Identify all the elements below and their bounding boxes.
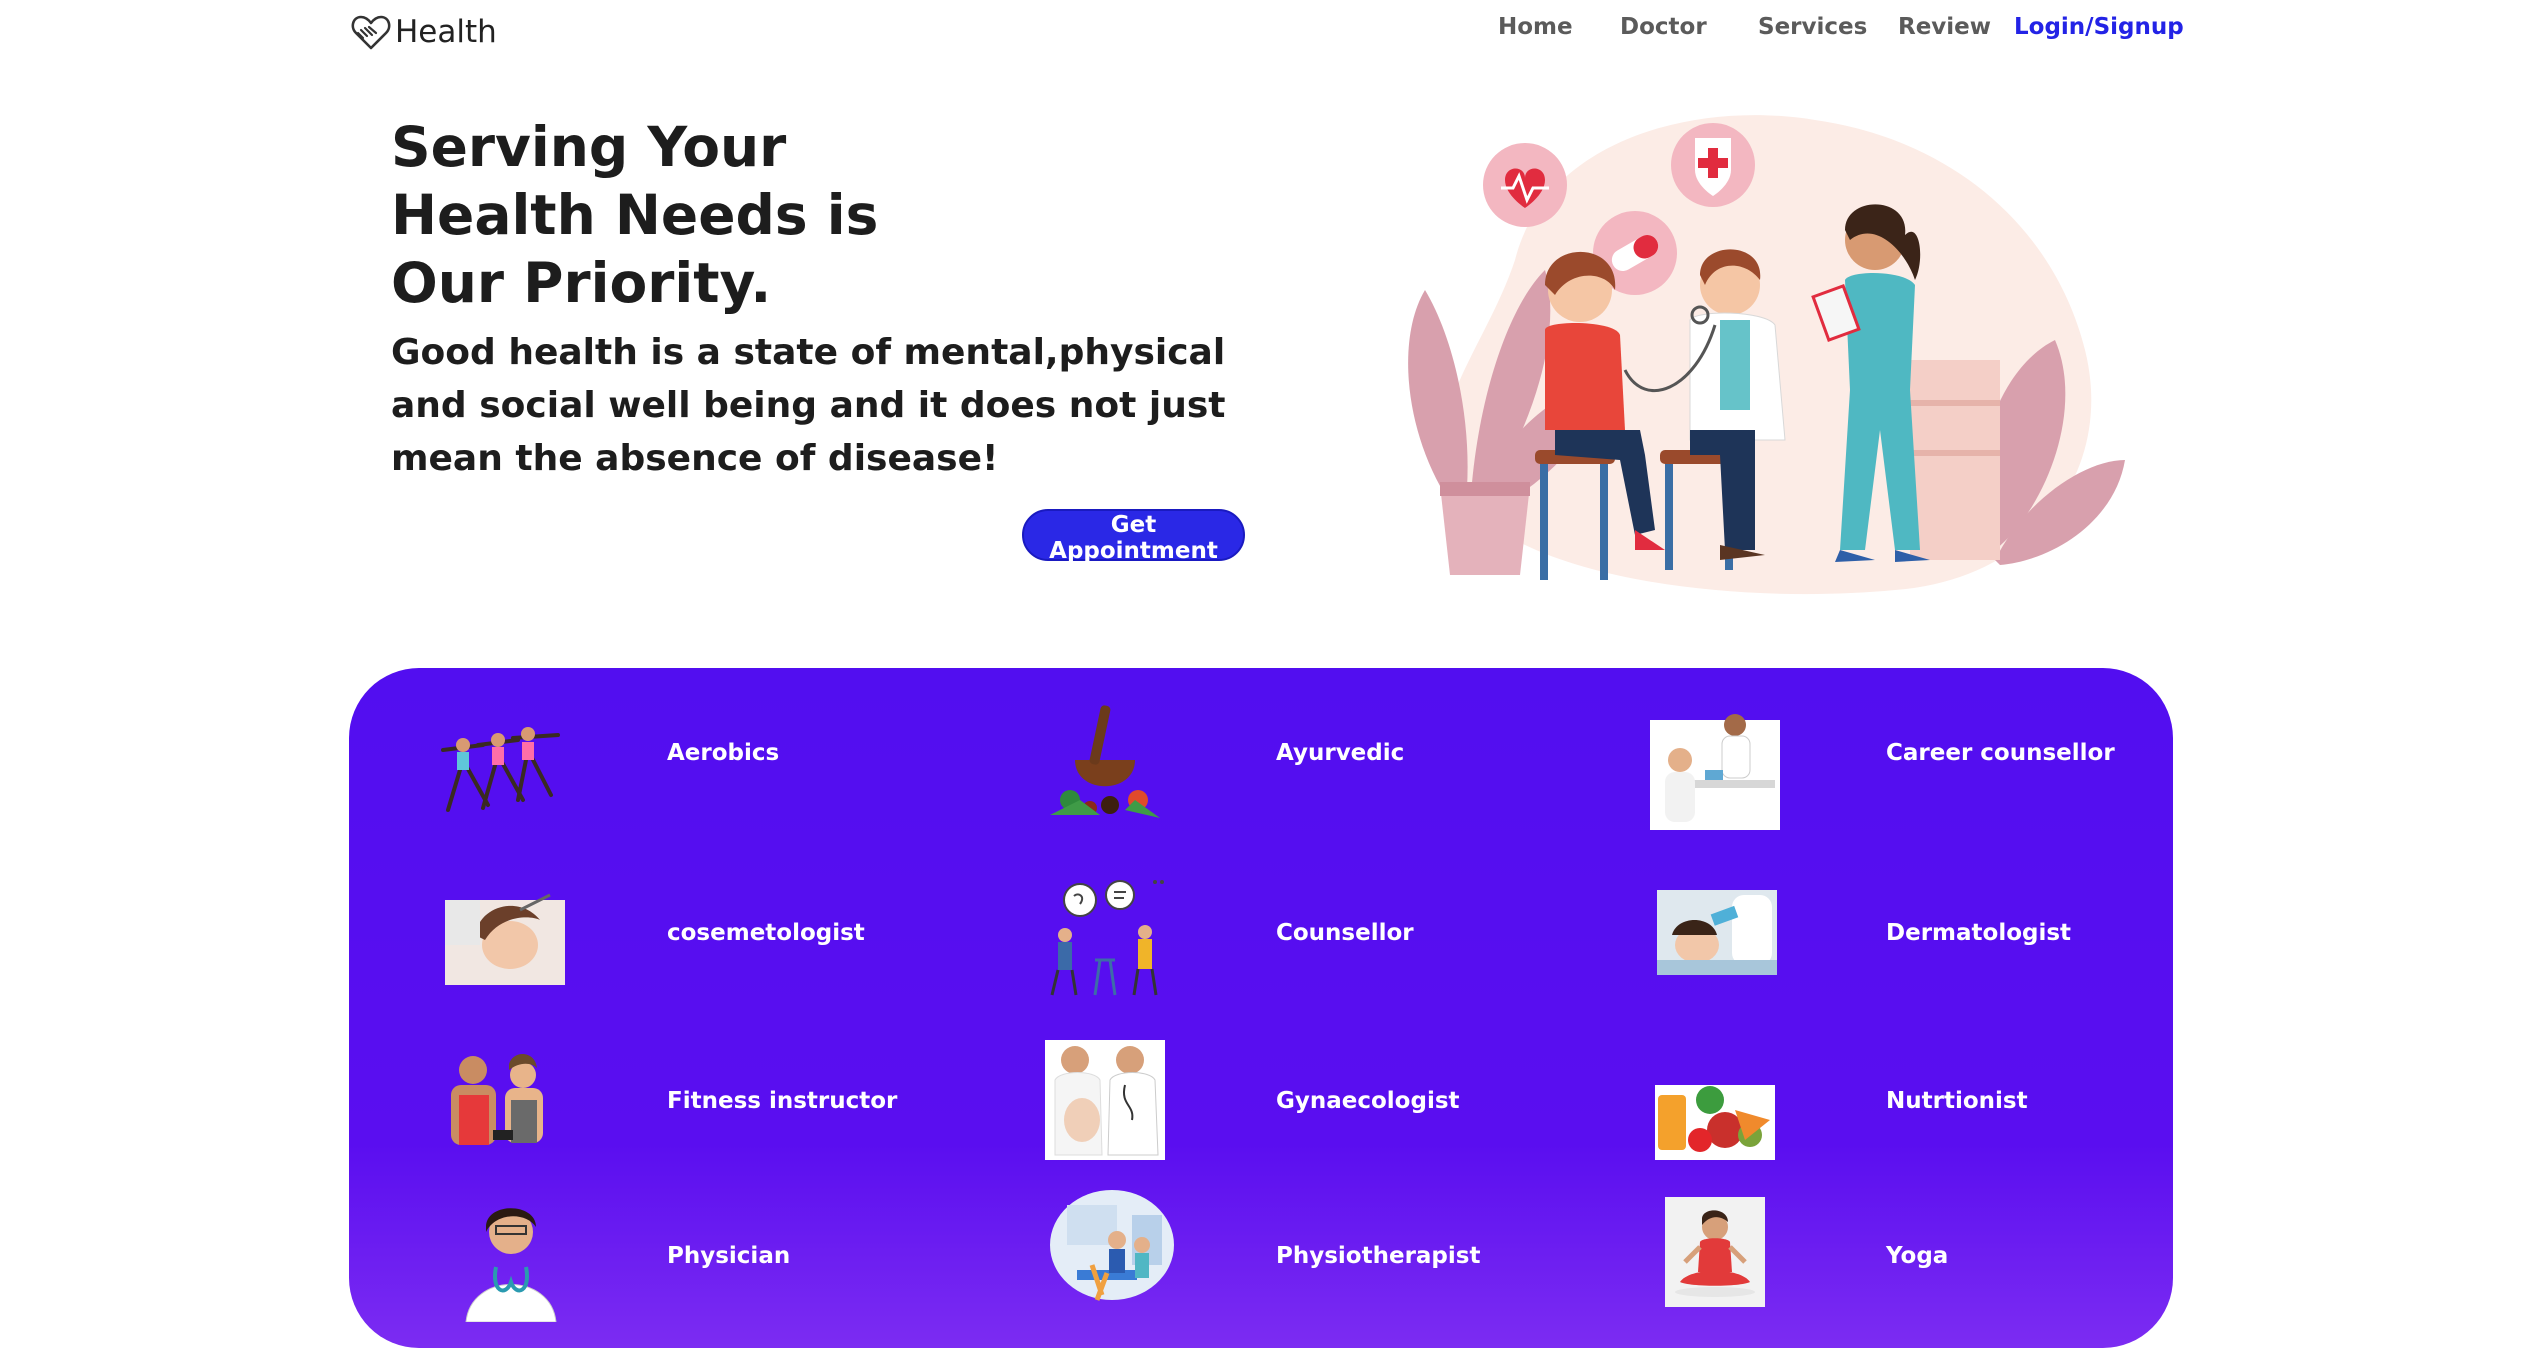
service-counsellor[interactable]: Counsellor bbox=[1276, 920, 1414, 946]
service-yoga[interactable]: Yoga bbox=[1886, 1243, 1948, 1269]
hero-title: Serving Your Health Needs is Our Priorit… bbox=[391, 113, 951, 317]
service-dermatologist[interactable]: Dermatologist bbox=[1886, 920, 2071, 946]
aerobics-icon bbox=[441, 727, 560, 812]
yoga-icon bbox=[1665, 1197, 1765, 1307]
fitness-instructor-image[interactable] bbox=[433, 1040, 563, 1170]
physiotherapist-icon bbox=[1050, 1190, 1174, 1301]
service-cosmetologist[interactable]: cosemetologist bbox=[667, 920, 865, 946]
nav-home[interactable]: Home bbox=[1498, 14, 1573, 40]
career-counsellor-image[interactable] bbox=[1650, 700, 1780, 830]
yoga-image[interactable] bbox=[1650, 1187, 1780, 1317]
doctor-checkup-illustration bbox=[1408, 115, 2125, 595]
hero-title-line-2: Health Needs is bbox=[391, 183, 879, 247]
hero-subtitle: Good health is a state of mental,physica… bbox=[391, 332, 1226, 479]
physician-image[interactable] bbox=[446, 1192, 576, 1322]
ayurvedic-icon bbox=[1050, 705, 1160, 818]
nutritionist-image[interactable] bbox=[1650, 1040, 1780, 1170]
dermatologist-image[interactable] bbox=[1652, 865, 1782, 995]
nav-doctor[interactable]: Doctor bbox=[1620, 14, 1707, 40]
fitness-instructor-icon bbox=[451, 1053, 543, 1145]
physician-icon bbox=[465, 1208, 557, 1322]
nav-login-signup[interactable]: Login/Signup bbox=[2014, 14, 2184, 40]
nav-services[interactable]: Services bbox=[1758, 14, 1867, 40]
counsellor-image[interactable] bbox=[1040, 870, 1170, 1000]
nav-review[interactable]: Review bbox=[1898, 14, 1991, 40]
service-aerobics[interactable]: Aerobics bbox=[667, 740, 779, 766]
counsellor-icon bbox=[1050, 880, 1164, 996]
service-fitness-instructor[interactable]: Fitness instructor bbox=[667, 1088, 897, 1114]
physiotherapist-image[interactable] bbox=[1047, 1185, 1177, 1315]
career-counsellor-icon bbox=[1650, 714, 1780, 830]
hero-title-line-1: Serving Your bbox=[391, 115, 787, 179]
dermatologist-icon bbox=[1657, 890, 1777, 975]
nutritionist-icon bbox=[1655, 1085, 1775, 1160]
service-ayurvedic[interactable]: Ayurvedic bbox=[1276, 740, 1404, 766]
heart-handshake-icon bbox=[351, 15, 391, 50]
cosmetologist-icon bbox=[445, 893, 565, 985]
service-physician[interactable]: Physician bbox=[667, 1243, 790, 1269]
brand-name: Health bbox=[395, 14, 497, 50]
service-career-counsellor[interactable]: Career counsellor bbox=[1886, 740, 2115, 766]
brand-logo[interactable]: Health bbox=[349, 10, 497, 54]
ayurvedic-image[interactable] bbox=[1040, 700, 1170, 830]
cosmetologist-image[interactable] bbox=[440, 875, 570, 1005]
gynaecologist-image[interactable] bbox=[1040, 1035, 1170, 1165]
hero-title-line-3: Our Priority. bbox=[391, 251, 772, 315]
service-physiotherapist[interactable]: Physiotherapist bbox=[1276, 1243, 1480, 1269]
service-nutritionist[interactable]: Nutrtionist bbox=[1886, 1088, 2028, 1114]
service-gynaecologist[interactable]: Gynaecologist bbox=[1276, 1088, 1460, 1114]
gynaecologist-icon bbox=[1045, 1040, 1165, 1160]
aerobics-image[interactable] bbox=[433, 700, 563, 830]
get-appointment-button[interactable]: Get Appointment bbox=[1022, 509, 1245, 564]
